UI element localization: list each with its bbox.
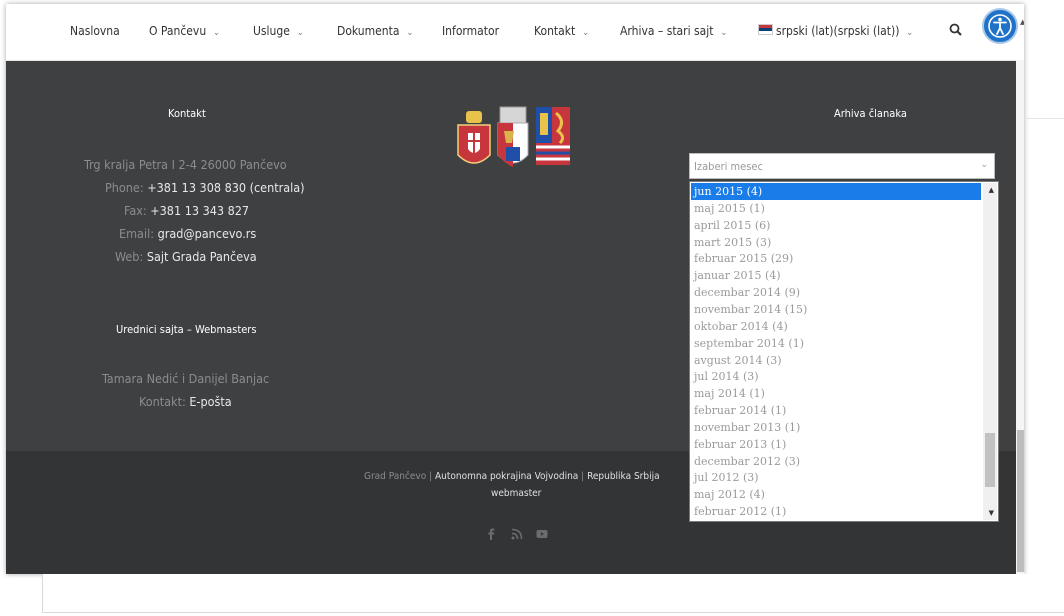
archive-heading: Arhiva članaka xyxy=(834,107,907,120)
fax-value: +381 13 343 827 xyxy=(150,203,250,218)
footer-separator: | xyxy=(429,471,433,482)
dropdown-option[interactable]: februar 2013 (1) xyxy=(691,436,981,453)
dropdown-option[interactable]: septembar 2014 (1) xyxy=(691,335,981,352)
dropdown-option[interactable]: jun 2015 (4) xyxy=(691,183,981,200)
nav-label: Kontakt xyxy=(534,24,576,38)
pancevo-coat-of-arms xyxy=(497,106,529,167)
coats-of-arms-logo xyxy=(457,106,570,167)
dropdown-option[interactable]: decembar 2012 (3) xyxy=(691,453,981,470)
nav-label: Usluge xyxy=(253,24,290,38)
nav-item-informator[interactable]: Informator xyxy=(442,24,499,38)
footer-link-vojvodina[interactable]: Autonomna pokrajina Vojvodina xyxy=(435,471,578,482)
scroll-up-arrow-icon[interactable]: ▲ xyxy=(989,186,994,194)
footer-separator: | xyxy=(581,471,585,482)
nav-label: O Pančevu xyxy=(149,24,207,38)
contact-email: Email: grad@pancevo.rs xyxy=(119,226,256,241)
dropdown-option[interactable]: novembar 2014 (15) xyxy=(691,301,981,318)
language-label: srpski (lat)(srpski (lat)) xyxy=(776,24,900,38)
nav-item-naslovna[interactable]: Naslovna xyxy=(70,24,120,38)
editors-email-link[interactable]: E-pošta xyxy=(189,394,231,409)
contact-web: Web: Sajt Grada Pančeva xyxy=(115,249,257,264)
scroll-up-arrow-icon[interactable]: ▲ xyxy=(1020,18,1024,26)
archive-select-placeholder: Izaberi mesec xyxy=(694,160,763,173)
dropdown-option[interactable]: maj 2014 (1) xyxy=(691,385,981,402)
chevron-down-icon: ⌄ xyxy=(582,28,590,38)
footer-links: Grad Pančevo | Autonomna pokrajina Vojvo… xyxy=(364,471,660,482)
dropdown-option[interactable]: februar 2014 (1) xyxy=(691,402,981,419)
nav-label: Arhiva – stari sajt xyxy=(620,24,714,38)
footer-link-republika[interactable]: Republika Srbija xyxy=(587,471,660,482)
nav-item-usluge[interactable]: Usluge ⌄ xyxy=(253,24,304,38)
email-link[interactable]: grad@pancevo.rs xyxy=(158,226,257,241)
chevron-down-icon: ⌄ xyxy=(406,28,414,38)
nav-item-kontakt[interactable]: Kontakt ⌄ xyxy=(534,24,589,38)
nav-item-dokumenta[interactable]: Dokumenta ⌄ xyxy=(337,24,413,38)
contact-phone: Phone: +381 13 308 830 (centrala) xyxy=(105,180,305,195)
youtube-icon[interactable] xyxy=(535,527,549,541)
phone-value: +381 13 308 830 (centrala) xyxy=(147,180,305,195)
content-box-below xyxy=(42,574,1064,613)
nav-label: Dokumenta xyxy=(337,24,400,38)
serbia-coat-of-arms xyxy=(457,111,491,164)
contact-fax: Fax: +381 13 343 827 xyxy=(124,203,249,218)
language-switcher[interactable]: srpski (lat)(srpski (lat)) ⌄ xyxy=(758,24,913,38)
editors-contact: Kontakt: E-pošta xyxy=(139,394,232,409)
dropdown-option[interactable]: mart 2015 (3) xyxy=(691,234,981,251)
editors-heading: Urednici sajta – Webmasters xyxy=(116,323,257,336)
chevron-down-icon: ⌄ xyxy=(720,28,728,38)
scroll-down-arrow-icon[interactable]: ▼ xyxy=(989,509,994,517)
dropdown-option[interactable]: februar 2012 (1) xyxy=(691,503,981,520)
email-label: Email: xyxy=(119,226,154,241)
web-label: Web: xyxy=(115,249,144,264)
dropdown-option[interactable]: jul 2012 (3) xyxy=(691,469,981,486)
footer-link-webmaster[interactable]: webmaster xyxy=(491,488,541,499)
nav-label: Informator xyxy=(442,24,500,38)
accessibility-button[interactable] xyxy=(982,8,1018,44)
dropdown-option[interactable]: februar 2015 (29) xyxy=(691,250,981,267)
dropdown-option[interactable]: maj 2015 (1) xyxy=(691,200,981,217)
divider xyxy=(1024,118,1064,119)
phone-label: Phone: xyxy=(105,180,144,195)
contact-heading: Kontakt xyxy=(168,107,206,120)
dropdown-option[interactable]: januar 2015 (4) xyxy=(691,267,981,284)
search-icon[interactable] xyxy=(948,22,964,38)
dropdown-scrollbar-thumb[interactable] xyxy=(985,433,995,487)
main-navigation: Naslovna O Pančevu ⌄ Usluge ⌄ Dokumenta ⌄ I… xyxy=(6,4,1024,61)
archive-month-select[interactable]: Izaberi mesec ⌄ xyxy=(689,153,995,179)
dropdown-option[interactable]: maj 2012 (4) xyxy=(691,486,981,503)
fax-label: Fax: xyxy=(124,203,147,218)
nav-item-o-pancevu[interactable]: O Pančevu ⌄ xyxy=(149,24,220,38)
chevron-down-icon: ⌄ xyxy=(906,28,914,38)
accessibility-icon xyxy=(988,14,1012,38)
rss-icon[interactable] xyxy=(510,527,524,541)
archive-month-dropdown-list[interactable]: jun 2015 (4) maj 2015 (1) april 2015 (6) ma… xyxy=(689,181,999,522)
dropdown-option[interactable]: decembar 2014 (9) xyxy=(691,284,981,301)
chevron-down-icon: ⌄ xyxy=(296,28,304,38)
vojvodina-coat-of-arms xyxy=(536,107,570,165)
dropdown-option[interactable]: novembar 2013 (1) xyxy=(691,419,981,436)
contact-address: Trg kralja Petra I 2-4 26000 Pančevo xyxy=(84,157,287,172)
serbian-flag-icon xyxy=(758,24,773,35)
dropdown-option[interactable]: april 2015 (6) xyxy=(691,217,981,234)
dropdown-option[interactable]: oktobar 2014 (4) xyxy=(691,318,981,335)
dropdown-option[interactable]: jul 2014 (3) xyxy=(691,368,981,385)
page-scrollbar-thumb[interactable] xyxy=(1017,430,1024,572)
nav-label: Naslovna xyxy=(70,24,120,38)
chevron-down-icon: ⌄ xyxy=(980,160,988,170)
facebook-icon[interactable] xyxy=(484,527,498,541)
web-link[interactable]: Sajt Grada Pančeva xyxy=(147,249,257,264)
chevron-down-icon: ⌄ xyxy=(213,28,220,38)
editors-names: Tamara Nedić i Danijel Banjac xyxy=(102,371,270,386)
editors-contact-label: Kontakt: xyxy=(139,394,186,409)
browser-viewport: Naslovna O Pančevu ⌄ Usluge ⌄ Dokumenta ⌄ I… xyxy=(6,4,1024,574)
nav-item-arhiva[interactable]: Arhiva – stari sajt ⌄ xyxy=(620,24,727,38)
footer-link-grad[interactable]: Grad Pančevo xyxy=(364,471,426,482)
dropdown-option[interactable]: avgust 2014 (3) xyxy=(691,352,981,369)
